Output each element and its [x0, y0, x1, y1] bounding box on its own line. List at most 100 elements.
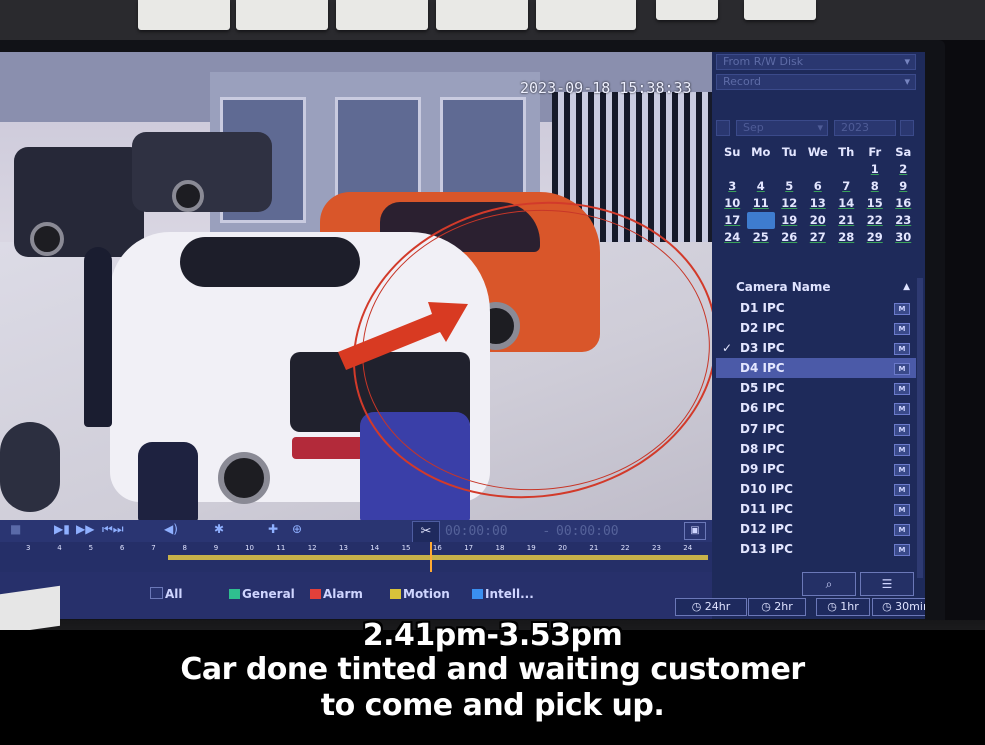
- camera-mode-badge[interactable]: M: [894, 303, 910, 315]
- camera-row[interactable]: D1 IPC M: [716, 298, 916, 318]
- camera-mode-badge[interactable]: M: [894, 483, 910, 496]
- fast-forward-icon[interactable]: ▶▶: [76, 522, 94, 536]
- calendar-day[interactable]: 23: [889, 212, 918, 229]
- calendar-day[interactable]: 10: [718, 195, 747, 212]
- calendar-day[interactable]: 15: [861, 195, 890, 212]
- tag-icon[interactable]: ✚: [268, 522, 278, 536]
- camera-list-scrollbar[interactable]: [917, 278, 923, 578]
- calendar-day[interactable]: 25: [747, 229, 776, 246]
- calendar-day[interactable]: 14: [832, 195, 861, 212]
- zoom-1hr-button[interactable]: ◷ 1hr: [816, 598, 870, 616]
- calendar-day[interactable]: 9: [889, 178, 918, 195]
- camera-mode-badge[interactable]: M: [894, 524, 910, 537]
- legend-alarm[interactable]: Alarm: [310, 587, 363, 601]
- calendar-day[interactable]: 4: [747, 178, 776, 195]
- month-select[interactable]: Sep ▾: [736, 120, 828, 136]
- skip-icon[interactable]: ⏮⏭: [102, 522, 124, 537]
- hour-tick-label: 5: [88, 544, 94, 552]
- clip-button[interactable]: ✂: [412, 521, 440, 543]
- timeline-cursor[interactable]: [430, 542, 432, 572]
- checkbox-icon[interactable]: ✓: [722, 338, 732, 358]
- camera-row[interactable]: D2 IPC M: [716, 318, 916, 338]
- legend-motion[interactable]: Motion: [390, 587, 450, 601]
- calendar-day[interactable]: 22: [861, 212, 890, 229]
- camera-row[interactable]: D12 IPC M: [716, 519, 916, 539]
- calendar-day[interactable]: 29: [861, 229, 890, 246]
- camera-mode-badge[interactable]: M: [894, 443, 910, 456]
- camera-row[interactable]: ✓ D3 IPC M: [716, 338, 916, 358]
- camera-list-header[interactable]: Camera Name ▲: [716, 278, 916, 296]
- stop-icon[interactable]: ■: [10, 522, 21, 536]
- volume-icon[interactable]: ◀): [164, 522, 178, 536]
- camera-row[interactable]: D11 IPC M: [716, 499, 916, 519]
- playback-side-panel: From R/W Disk ▾ Record ▾ Sep ▾ 2023 Su Mo…: [712, 52, 925, 619]
- calendar-day[interactable]: 3: [718, 178, 747, 195]
- wall-switch: [536, 0, 636, 30]
- record-type-dropdown[interactable]: Record ▾: [716, 74, 916, 90]
- source-dropdown[interactable]: From R/W Disk ▾: [716, 54, 916, 70]
- legend-general-label: General: [242, 587, 295, 601]
- legend-motion-label: Motion: [403, 587, 450, 601]
- calendar-day[interactable]: 24: [718, 229, 747, 246]
- calendar-day[interactable]: 28: [832, 229, 861, 246]
- camera-row[interactable]: D6 IPC M: [716, 398, 916, 418]
- event-icon[interactable]: ✱: [214, 522, 224, 536]
- camera-row[interactable]: D10 IPC M: [716, 479, 916, 499]
- legend-all[interactable]: All: [150, 587, 183, 601]
- calendar-empty: [832, 161, 861, 178]
- calendar-day[interactable]: 20: [804, 212, 833, 229]
- calendar-day[interactable]: 11: [747, 195, 776, 212]
- zoom-30min-button[interactable]: ◷ 30min: [872, 598, 925, 616]
- time-separator: -: [544, 524, 549, 539]
- calendar-week: 24 25 26 27 28 29 30: [718, 229, 918, 246]
- calendar-day[interactable]: 7: [832, 178, 861, 195]
- camera-mode-badge[interactable]: M: [894, 383, 910, 396]
- next-month-button[interactable]: [900, 120, 914, 136]
- calendar-day[interactable]: 13: [804, 195, 833, 212]
- zoom-icon[interactable]: ⊕: [292, 522, 302, 536]
- camera-row[interactable]: D8 IPC M: [716, 439, 916, 459]
- camera-row[interactable]: D9 IPC M: [716, 459, 916, 479]
- year-select[interactable]: 2023: [834, 120, 896, 136]
- calendar-day[interactable]: 16: [889, 195, 918, 212]
- zoom-2hr-button[interactable]: ◷ 2hr: [748, 598, 806, 616]
- calendar-day[interactable]: 1: [861, 161, 890, 178]
- camera-list-title: Camera Name: [736, 280, 831, 294]
- legend-intelligent[interactable]: Intell...: [472, 587, 534, 601]
- calendar-day[interactable]: 5: [775, 178, 804, 195]
- calendar-day[interactable]: 30: [889, 229, 918, 246]
- camera-row[interactable]: D4 IPC M: [716, 358, 916, 379]
- prev-month-button[interactable]: [716, 120, 730, 136]
- zoom-label: 2hr: [774, 600, 793, 613]
- calendar-day[interactable]: 12: [775, 195, 804, 212]
- camera-mode-badge[interactable]: M: [894, 503, 910, 516]
- calendar-day[interactable]: 18: [746, 212, 775, 229]
- camera-playback-view[interactable]: 2023-09-18 15:38:33: [0, 52, 712, 520]
- list-view-button[interactable]: ☰: [860, 572, 914, 596]
- calendar-day[interactable]: 27: [804, 229, 833, 246]
- camera-row[interactable]: D13 IPC M: [716, 539, 916, 559]
- calendar-day[interactable]: 2: [889, 161, 918, 178]
- smart-search-button[interactable]: ⌕: [802, 572, 856, 596]
- calendar-day[interactable]: 19: [775, 212, 804, 229]
- camera-row[interactable]: D7 IPC M: [716, 419, 916, 439]
- camera-mode-badge[interactable]: M: [894, 423, 910, 436]
- legend-general[interactable]: General: [229, 587, 295, 601]
- camera-mode-badge[interactable]: M: [894, 463, 910, 476]
- zoom-24hr-button[interactable]: ◷ 24hr: [675, 598, 747, 616]
- camera-mode-badge[interactable]: M: [894, 343, 910, 356]
- camera-mode-badge[interactable]: M: [894, 544, 910, 557]
- calendar-day[interactable]: 21: [832, 212, 861, 229]
- legend-intelligent-label: Intell...: [485, 587, 534, 601]
- camera-row[interactable]: D5 IPC M: [716, 378, 916, 398]
- save-clip-icon[interactable]: ▣: [684, 522, 706, 540]
- calendar-day[interactable]: 17: [718, 212, 747, 229]
- camera-mode-badge[interactable]: M: [894, 403, 910, 416]
- camera-mode-badge[interactable]: M: [894, 323, 910, 336]
- camera-mode-badge[interactable]: M: [894, 363, 910, 376]
- calendar-day[interactable]: 8: [861, 178, 890, 195]
- hour-tick-label: 6: [119, 544, 125, 552]
- calendar-day[interactable]: 6: [804, 178, 833, 195]
- calendar-day[interactable]: 26: [775, 229, 804, 246]
- play-icon[interactable]: ▶▮: [54, 522, 70, 536]
